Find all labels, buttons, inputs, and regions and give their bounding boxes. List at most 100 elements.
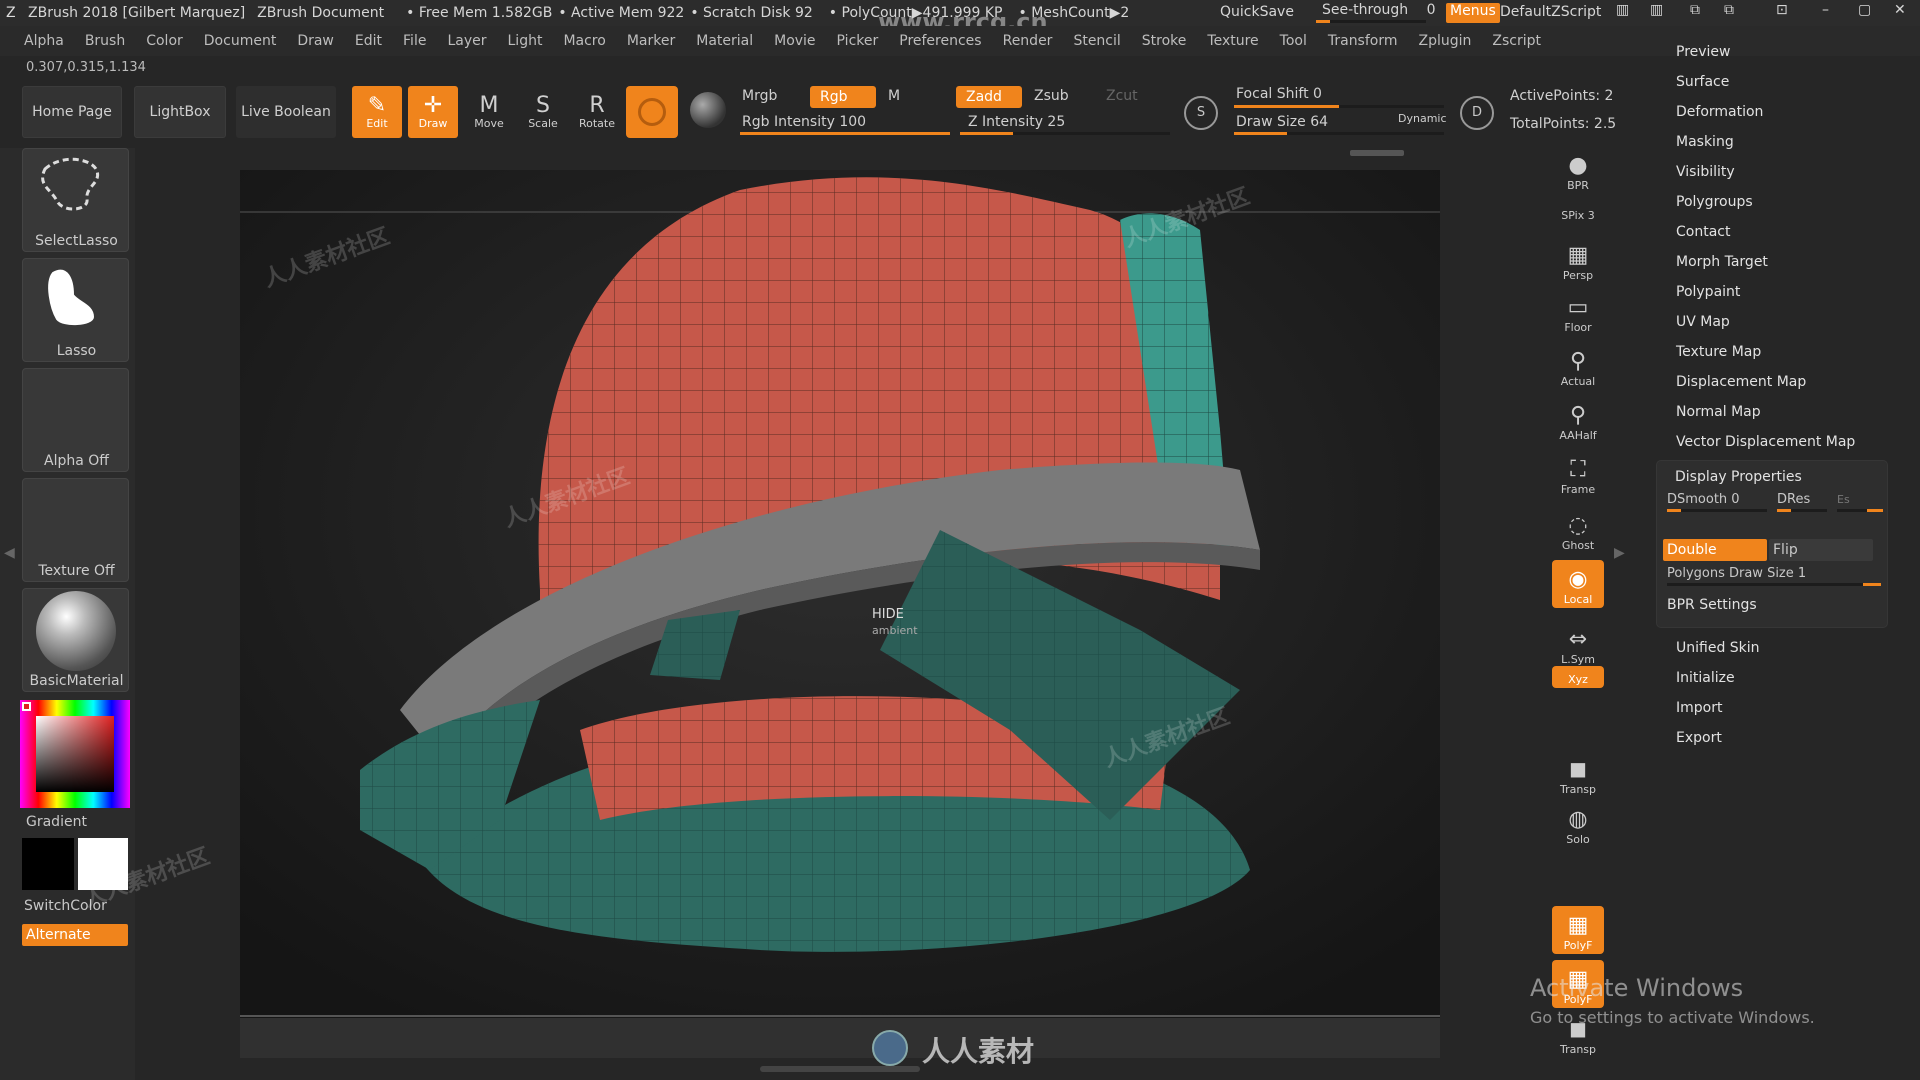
lock-icon[interactable]: ⊡ xyxy=(1776,2,1788,18)
rgb-intensity-slider[interactable] xyxy=(740,132,950,135)
draw-size-slider[interactable] xyxy=(1234,132,1444,135)
material-tile[interactable]: BasicMaterial xyxy=(22,588,129,692)
minimize-icon[interactable]: – xyxy=(1822,2,1829,18)
scale-button[interactable]: S Scale xyxy=(518,86,568,138)
menu-preferences[interactable]: Preferences xyxy=(899,33,981,49)
rgb-toggle[interactable]: Rgb xyxy=(810,86,876,108)
draw-button[interactable]: ✛ Draw xyxy=(408,86,458,138)
z-intensity-slider[interactable] xyxy=(960,132,1170,135)
menu-draw[interactable]: Draw xyxy=(297,33,334,49)
d-brush-icon[interactable]: D xyxy=(1460,96,1494,130)
edit-button[interactable]: ✎ Edit xyxy=(352,86,402,138)
canvas-viewport[interactable]: HIDE ambient xyxy=(240,170,1440,1018)
menu-file[interactable]: File xyxy=(403,33,426,49)
menu-render[interactable]: Render xyxy=(1003,33,1053,49)
shelf-spix-3-button[interactable]: SPix 3 xyxy=(1552,202,1604,224)
menu-item-normal-map[interactable]: Normal Map xyxy=(1676,404,1761,420)
menu-item-preview[interactable]: Preview xyxy=(1676,44,1731,60)
alternate-button[interactable]: Alternate xyxy=(22,924,128,946)
shelf-bpr-button[interactable]: ● BPR xyxy=(1552,146,1604,194)
menu-color[interactable]: Color xyxy=(146,33,183,49)
m-toggle[interactable]: M xyxy=(888,88,900,104)
menu-item-surface[interactable]: Surface xyxy=(1676,74,1729,90)
menu-item-visibility[interactable]: Visibility xyxy=(1676,164,1735,180)
zadd-toggle[interactable]: Zadd xyxy=(956,86,1022,108)
menu-brush[interactable]: Brush xyxy=(85,33,125,49)
menu-picker[interactable]: Picker xyxy=(837,33,879,49)
quicksave-button[interactable]: QuickSave xyxy=(1220,4,1294,20)
primary-color-swatch[interactable] xyxy=(22,838,74,890)
mrgb-toggle[interactable]: Mrgb xyxy=(742,88,777,104)
menu-item-uv-map[interactable]: UV Map xyxy=(1676,314,1730,330)
close-icon[interactable]: ✕ xyxy=(1894,2,1906,18)
menu-item-polygroups[interactable]: Polygroups xyxy=(1676,194,1753,210)
shelf-solo-button[interactable]: ◍ Solo xyxy=(1552,800,1604,848)
menu-edit[interactable]: Edit xyxy=(355,33,382,49)
menu-item-import[interactable]: Import xyxy=(1676,700,1722,716)
polygons-draw-size-slider[interactable]: Polygons Draw Size 1 xyxy=(1667,565,1881,589)
menu-macro[interactable]: Macro xyxy=(563,33,605,49)
shelf-ghost-button[interactable]: ◌ Ghost xyxy=(1552,506,1604,554)
menu-zplugin[interactable]: Zplugin xyxy=(1419,33,1472,49)
menu-item-displacement-map[interactable]: Displacement Map xyxy=(1676,374,1806,390)
shelf-actual-button[interactable]: ⚲ Actual xyxy=(1552,342,1604,390)
zsub-toggle[interactable]: Zsub xyxy=(1034,88,1069,104)
shelf-persp-button[interactable]: ▦ Persp xyxy=(1552,236,1604,284)
left-dock-arrow-icon[interactable]: ◀ xyxy=(4,545,15,561)
shelf-floor-button[interactable]: ▭ Floor xyxy=(1552,288,1604,336)
maximize-icon[interactable]: ▢ xyxy=(1858,2,1871,18)
dynamic-label[interactable]: Dynamic xyxy=(1398,112,1447,125)
menu-material[interactable]: Material xyxy=(696,33,753,49)
default-zscript-button[interactable]: DefaultZScript xyxy=(1500,4,1601,20)
menu-zscript[interactable]: Zscript xyxy=(1492,33,1541,49)
texture-off-tile[interactable]: Texture Off xyxy=(22,478,129,582)
menu-item-morph-target[interactable]: Morph Target xyxy=(1676,254,1768,270)
menu-item-contact[interactable]: Contact xyxy=(1676,224,1730,240)
lightbox-button[interactable]: LightBox xyxy=(134,86,226,138)
menu-texture[interactable]: Texture xyxy=(1207,33,1258,49)
right-dock-arrow-icon[interactable]: ▶ xyxy=(1614,545,1625,561)
menu-transform[interactable]: Transform xyxy=(1328,33,1398,49)
bpr-settings[interactable]: BPR Settings xyxy=(1667,597,1757,613)
color-square[interactable] xyxy=(36,716,114,792)
shaded-sphere-icon[interactable] xyxy=(690,92,726,128)
window2-icon[interactable]: ⧉ xyxy=(1724,2,1734,18)
layout2-icon[interactable]: ▥ xyxy=(1650,2,1663,18)
menu-light[interactable]: Light xyxy=(508,33,543,49)
menu-item-masking[interactable]: Masking xyxy=(1676,134,1734,150)
live-boolean-button[interactable]: Live Boolean xyxy=(236,86,336,138)
shelf-polyf-button[interactable]: ▦ PolyF xyxy=(1552,906,1604,954)
shelf-aahalf-button[interactable]: ⚲ AAHalf xyxy=(1552,396,1604,444)
menu-alpha[interactable]: Alpha xyxy=(24,33,64,49)
menu-movie[interactable]: Movie xyxy=(774,33,815,49)
menu-item-initialize[interactable]: Initialize xyxy=(1676,670,1735,686)
menu-layer[interactable]: Layer xyxy=(447,33,486,49)
es-slider[interactable]: Es xyxy=(1837,491,1883,517)
menu-marker[interactable]: Marker xyxy=(627,33,675,49)
menu-document[interactable]: Document xyxy=(204,33,277,49)
menu-item-vector-displacement-map[interactable]: Vector Displacement Map xyxy=(1676,434,1855,450)
focal-shift-slider[interactable] xyxy=(1234,105,1444,108)
menu-tool[interactable]: Tool xyxy=(1280,33,1307,49)
layout-icon[interactable]: ▥ xyxy=(1616,2,1629,18)
menu-item-texture-map[interactable]: Texture Map xyxy=(1676,344,1761,360)
material-sphere-icon[interactable] xyxy=(626,86,678,138)
menu-item-export[interactable]: Export xyxy=(1676,730,1722,746)
shelf-frame-button[interactable]: ⛶ Frame xyxy=(1552,450,1604,498)
rotate-button[interactable]: R Rotate xyxy=(572,86,622,138)
menus-button[interactable]: Menus xyxy=(1446,3,1500,23)
s-brush-icon[interactable]: S xyxy=(1184,96,1218,130)
home-page-button[interactable]: Home Page xyxy=(22,86,122,138)
select-lasso-tile[interactable]: SelectLasso xyxy=(22,148,129,252)
zcut-toggle[interactable]: Zcut xyxy=(1106,88,1138,104)
hat-mesh-render[interactable]: HIDE ambient xyxy=(240,170,1440,1018)
bottom-tray-handle[interactable] xyxy=(760,1066,920,1072)
shelf-local-button[interactable]: ◉ Local xyxy=(1552,560,1604,608)
menu-stencil[interactable]: Stencil xyxy=(1073,33,1120,49)
dres-slider[interactable]: DRes xyxy=(1777,491,1827,517)
color-picker[interactable] xyxy=(20,700,130,808)
see-through-slider[interactable]: See-through 0 xyxy=(1322,2,1436,18)
flip-toggle[interactable]: Flip xyxy=(1769,539,1873,561)
double-toggle[interactable]: Double xyxy=(1663,539,1767,561)
shelf-l-sym-button[interactable]: ⇔ L.Sym xyxy=(1552,620,1604,668)
